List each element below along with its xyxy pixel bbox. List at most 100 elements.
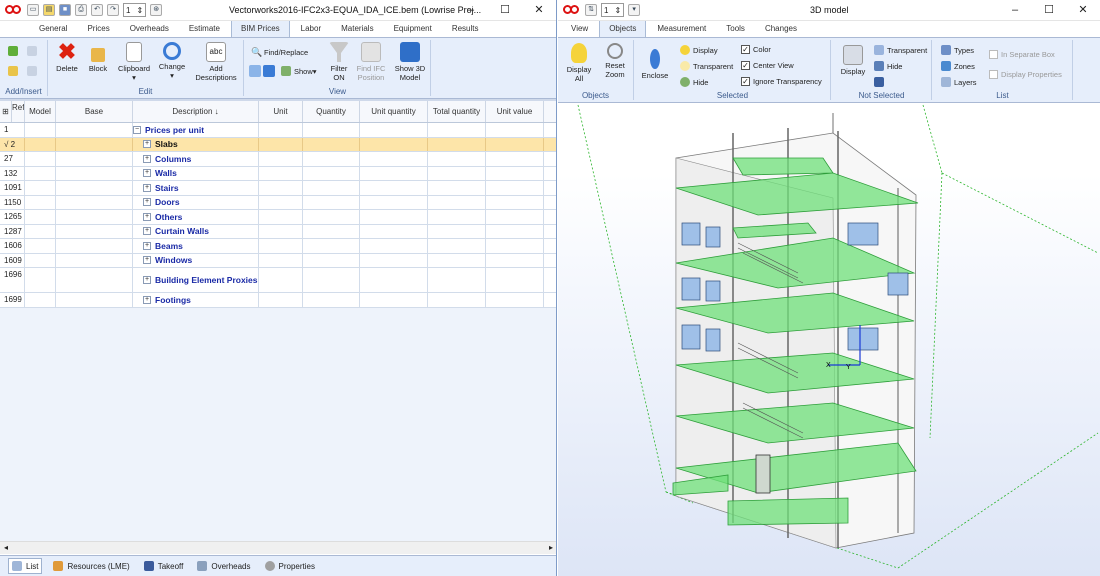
row-cell-pad[interactable]: [544, 210, 556, 224]
tab-general[interactable]: General: [30, 22, 76, 37]
row-cell-uv[interactable]: [486, 166, 544, 180]
col-description[interactable]: Description ↓: [133, 101, 259, 122]
row-cell-c3[interactable]: [56, 253, 133, 267]
tab-estimate[interactable]: Estimate: [180, 22, 229, 37]
col-unit-value[interactable]: Unit value: [486, 101, 544, 122]
row-cell-qty[interactable]: [303, 166, 360, 180]
row-description[interactable]: − Prices per unit: [133, 123, 259, 137]
clipboard-button[interactable]: Clipboard ▾: [114, 42, 154, 82]
show-3d-model-button[interactable]: Show 3D Model: [391, 42, 429, 82]
col-unit-quantity[interactable]: Unit quantity: [360, 101, 428, 122]
row-cell-c2[interactable]: [25, 166, 56, 180]
hide-not-selected-button[interactable]: Hide: [874, 61, 902, 71]
row-description[interactable]: + Stairs: [133, 181, 259, 195]
row-description[interactable]: + Slabs: [133, 137, 259, 151]
row-cell-uv[interactable]: [486, 224, 544, 238]
row-cell-unit[interactable]: [259, 253, 303, 267]
tab-tools[interactable]: Tools: [717, 22, 754, 37]
page-spinner[interactable]: 1 ⇕: [123, 3, 147, 17]
row-ref[interactable]: 1699: [0, 293, 25, 307]
collapse-icon[interactable]: −: [133, 125, 141, 134]
display-properties-checkbox[interactable]: Display Properties: [989, 70, 1062, 79]
bottom-tab-list[interactable]: List: [8, 558, 43, 574]
redo-icon[interactable]: ↷: [107, 4, 119, 16]
maximize-icon[interactable]: ☐: [488, 0, 522, 21]
row-description[interactable]: + Windows: [133, 253, 259, 267]
col-base[interactable]: Base: [56, 101, 133, 122]
horizontal-scrollbar[interactable]: ◂ ▸: [0, 541, 556, 554]
scroll-left-icon[interactable]: ◂: [4, 543, 8, 552]
insert-row-icon[interactable]: [27, 46, 40, 56]
row-cell-pad[interactable]: [544, 137, 556, 151]
row-cell-pad[interactable]: [544, 196, 556, 210]
pick-not-selected-button[interactable]: [874, 77, 887, 87]
expand-icon[interactable]: +: [143, 154, 151, 163]
arrow-down-button[interactable]: [263, 65, 278, 77]
transparent-selected-button[interactable]: Transparent: [680, 61, 733, 71]
expand-icon[interactable]: +: [143, 241, 151, 250]
row-cell-c2[interactable]: [25, 224, 56, 238]
row-cell-c3[interactable]: [56, 268, 133, 292]
row-cell-c3[interactable]: [56, 123, 133, 137]
save-icon[interactable]: ■: [59, 4, 71, 16]
row-cell-c3[interactable]: [56, 166, 133, 180]
table-row[interactable]: 1287 + Curtain Walls: [0, 224, 556, 239]
block-button[interactable]: Block: [84, 42, 112, 73]
tab-objects[interactable]: Objects: [599, 20, 647, 37]
bottom-tab-takeoff[interactable]: Takeoff: [141, 559, 187, 573]
row-ref[interactable]: 1606: [0, 239, 25, 253]
row-cell-tq[interactable]: [428, 123, 486, 137]
change-button[interactable]: Change ▾: [154, 42, 190, 80]
row-cell-qty[interactable]: [303, 224, 360, 238]
col-model[interactable]: Model: [25, 101, 56, 122]
row-cell-unit[interactable]: [259, 293, 303, 307]
row-cell-unit[interactable]: [259, 195, 303, 209]
expand-icon[interactable]: +: [143, 198, 151, 207]
in-separate-box-checkbox[interactable]: In Separate Box: [989, 50, 1055, 59]
row-cell-qty[interactable]: [303, 210, 360, 224]
row-cell-uq[interactable]: [360, 152, 428, 166]
tab-materials[interactable]: Materials: [332, 22, 382, 37]
row-cell-uv[interactable]: [486, 195, 544, 209]
row-description[interactable]: + Walls: [133, 166, 259, 180]
quick-dropdown-icon[interactable]: ▾: [628, 4, 641, 16]
row-cell-c3[interactable]: [56, 152, 133, 166]
row-cell-uv[interactable]: [486, 137, 544, 151]
row-cell-unit[interactable]: [259, 181, 303, 195]
row-cell-unit[interactable]: [259, 239, 303, 253]
3d-viewport[interactable]: X Y: [558, 103, 1100, 576]
row-description[interactable]: + Doors: [133, 195, 259, 209]
row-cell-qty[interactable]: [303, 253, 360, 267]
row-cell-tq[interactable]: [428, 293, 486, 307]
table-row[interactable]: 1150 + Doors: [0, 195, 556, 210]
row-description[interactable]: + Footings: [133, 293, 259, 307]
row-cell-uv[interactable]: [486, 253, 544, 267]
row-description[interactable]: + Columns: [133, 152, 259, 166]
row-cell-uq[interactable]: [360, 210, 428, 224]
find-ifc-position-button[interactable]: Find IFC Position: [353, 42, 389, 82]
row-cell-tq[interactable]: [428, 253, 486, 267]
filter-on-button[interactable]: Filter ON: [325, 42, 353, 82]
table-row[interactable]: 1265 + Others: [0, 210, 556, 225]
tab-equipment[interactable]: Equipment: [385, 22, 441, 37]
table-row[interactable]: 27 + Columns: [0, 152, 556, 167]
row-cell-c3[interactable]: [56, 195, 133, 209]
row-cell-uq[interactable]: [360, 268, 428, 292]
col-total-quantity[interactable]: Total quantity: [428, 101, 486, 122]
row-ref[interactable]: √ 2: [0, 137, 25, 151]
display-not-selected-button[interactable]: Display: [836, 45, 870, 76]
row-cell-qty[interactable]: [303, 123, 360, 137]
row-cell-unit[interactable]: [259, 123, 303, 137]
add-row-icon[interactable]: [8, 46, 21, 56]
sync-icon[interactable]: ⇅: [585, 4, 597, 16]
table-row[interactable]: 1696 + Building Element Proxies: [0, 268, 556, 293]
row-cell-uq[interactable]: [360, 239, 428, 253]
table-row[interactable]: 1606 + Beams: [0, 239, 556, 254]
row-cell-unit[interactable]: [259, 268, 303, 292]
table-row[interactable]: 1699 + Footings: [0, 293, 556, 308]
row-ref[interactable]: 27: [0, 152, 25, 166]
row-cell-c2[interactable]: [25, 195, 56, 209]
open-folder-icon[interactable]: ▤: [43, 4, 55, 16]
row-cell-c2[interactable]: [25, 123, 56, 137]
row-cell-uq[interactable]: [360, 166, 428, 180]
